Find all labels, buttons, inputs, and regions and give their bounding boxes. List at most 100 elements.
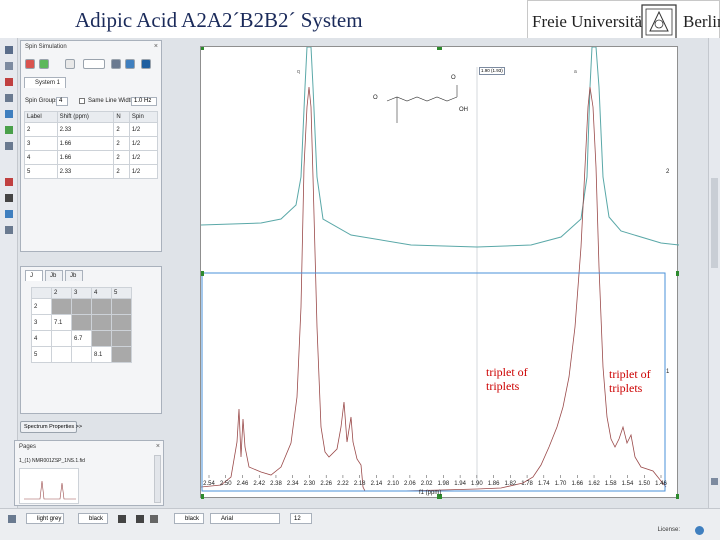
pages-scrollbar[interactable] — [154, 455, 161, 503]
spectrum-plot[interactable]: 2.54 2.50 2.46 2.42 2.38 2.34 2.30 2.26 2.22 2.18… — [200, 46, 679, 499]
subscript-icon[interactable] — [150, 515, 158, 523]
matrix-cell[interactable]: 8.1 — [91, 346, 112, 363]
integrate-tool-icon[interactable] — [5, 126, 13, 134]
tab-jb-2[interactable]: Jb — [65, 270, 83, 281]
line-color-select[interactable]: light grey — [26, 513, 64, 524]
table-cell[interactable]: 2 — [24, 122, 58, 137]
matrix-col-header: 3 — [71, 287, 92, 299]
text-color-select[interactable]: black — [174, 513, 204, 524]
table-cell[interactable]: 2.33 — [56, 164, 115, 179]
pan-tool-icon[interactable] — [5, 78, 13, 86]
matrix-col-header: 2 — [51, 287, 72, 299]
column-header-label[interactable]: Label — [24, 111, 58, 123]
simulate-button[interactable] — [39, 59, 49, 69]
peak-tool-icon[interactable] — [5, 110, 13, 118]
axis-tick-label: 2.14 — [371, 481, 383, 487]
annotation-triplet-right[interactable]: triplet of triplets — [609, 367, 667, 395]
matrix-cell-disabled — [91, 314, 112, 331]
line-width-input[interactable]: 1.0 Hz — [131, 97, 157, 106]
university-logo: Freie Universität Berlin — [527, 0, 720, 42]
right-scrollbar[interactable] — [708, 38, 720, 508]
pointer-icon[interactable] — [8, 515, 16, 523]
matrix-cell[interactable] — [51, 330, 72, 347]
axis-tick-label: 1.54 — [622, 481, 634, 487]
help-icon[interactable] — [695, 526, 704, 535]
table-cell[interactable]: 1/2 — [128, 136, 159, 151]
column-header-shift[interactable]: Shift (ppm) — [56, 111, 115, 123]
matrix-cell-disabled — [91, 330, 112, 347]
table-cell[interactable]: 3 — [24, 136, 58, 151]
logo-right-text: Berlin — [683, 12, 720, 31]
cut-tool-icon[interactable] — [5, 226, 13, 234]
tab-j[interactable]: J — [25, 270, 43, 281]
new-system-button[interactable] — [25, 59, 35, 69]
axis-tick-label: 1.46 — [655, 481, 667, 487]
matrix-cell[interactable]: 6.7 — [71, 330, 92, 347]
scroll-down-icon[interactable] — [711, 478, 718, 485]
spin-groups-stepper[interactable]: 4 — [56, 97, 68, 106]
matrix-cell[interactable] — [71, 346, 92, 363]
table-cell[interactable]: 2 — [113, 122, 130, 137]
select-tool-icon[interactable] — [5, 46, 13, 54]
fit-button[interactable] — [125, 59, 135, 69]
spectrum-canvas[interactable]: 2.54 2.50 2.46 2.42 2.38 2.34 2.30 2.26 2.22 2.18… — [201, 47, 679, 499]
bold-icon[interactable] — [136, 515, 144, 523]
annotation-triplet-left[interactable]: triplet of triplets — [486, 365, 544, 393]
table-cell[interactable]: 5 — [24, 164, 58, 179]
table-cell[interactable]: 1/2 — [128, 150, 159, 165]
table-cell[interactable]: 4 — [24, 150, 58, 165]
axis-tick-label: 2.10 — [387, 481, 399, 487]
axis-tick-label: 1.86 — [488, 481, 500, 487]
table-cell[interactable]: 2 — [113, 136, 130, 151]
scrollbar-thumb[interactable] — [711, 178, 718, 268]
column-header-spin[interactable]: Spin — [128, 111, 159, 123]
table-cell[interactable]: 1.66 — [56, 150, 115, 165]
phase-tool-icon[interactable] — [5, 210, 13, 218]
column-header-n[interactable]: N — [113, 111, 130, 123]
matrix-row-header: 5 — [31, 346, 52, 363]
multiplet-tool-icon[interactable] — [5, 178, 13, 186]
spectrum-properties-button[interactable]: Spectrum Properties >> — [20, 421, 82, 433]
table-header-row: Label Shift (ppm) N Spin — [24, 111, 159, 123]
table-row[interactable]: 3 1.66 2 1/2 — [24, 136, 159, 151]
table-cell[interactable]: 1.66 — [56, 136, 115, 151]
table-cell[interactable]: 2 — [113, 150, 130, 165]
text-tool-icon[interactable] — [5, 94, 13, 102]
close-icon[interactable]: × — [154, 43, 158, 50]
table-cell[interactable]: 1/2 — [128, 122, 159, 137]
tab-jb[interactable]: Jb — [45, 270, 63, 281]
zoom-select[interactable] — [83, 59, 105, 69]
matrix-cell-disabled — [71, 298, 92, 315]
matrix-cell[interactable] — [51, 346, 72, 363]
baseline-tool-icon[interactable] — [5, 194, 13, 202]
matrix-cell[interactable]: 7.1 — [51, 314, 72, 331]
axis-tick-label: 1.50 — [638, 481, 650, 487]
close-pages-icon[interactable]: × — [156, 443, 160, 450]
table-row[interactable]: 4 1.66 2 1/2 — [24, 150, 159, 165]
font-size-select[interactable]: 12 — [290, 513, 312, 524]
axis-tick-label: 2.06 — [404, 481, 416, 487]
font-family-select[interactable]: Arial — [210, 513, 280, 524]
cursor-value-box: 1.90 (1.93) — [479, 67, 505, 75]
coupling-constants-panel: J Jb Jb 2 3 4 5 2 3 7.1 4 6.7 5 8.1 — [20, 266, 162, 414]
tab-system-1[interactable]: System 1 — [24, 77, 66, 88]
peak-label-left: q — [297, 69, 300, 75]
line-style-icon[interactable] — [118, 515, 126, 523]
page-list-item[interactable]: 1_(1) NMR001ZSP_1NS.1.fid — [19, 458, 85, 464]
peak-label-right: a — [574, 69, 577, 75]
table-cell[interactable]: 2.33 — [56, 122, 115, 137]
table-row[interactable]: 2 2.33 2 1/2 — [24, 122, 159, 137]
fill-color-select[interactable]: black — [78, 513, 108, 524]
spectrum-button[interactable] — [111, 59, 121, 69]
save-icon[interactable] — [141, 59, 151, 69]
table-view-button[interactable] — [65, 59, 75, 69]
table-cell[interactable]: 1/2 — [128, 164, 159, 179]
same-line-width-checkbox[interactable] — [79, 98, 85, 104]
table-cell[interactable]: 2 — [113, 164, 130, 179]
axis-tick-label: 1.90 — [471, 481, 483, 487]
page-thumbnail[interactable] — [19, 468, 79, 504]
axis-tick-label: 1.66 — [571, 481, 583, 487]
measure-tool-icon[interactable] — [5, 142, 13, 150]
table-row[interactable]: 5 2.33 2 1/2 — [24, 164, 159, 179]
zoom-tool-icon[interactable] — [5, 62, 13, 70]
